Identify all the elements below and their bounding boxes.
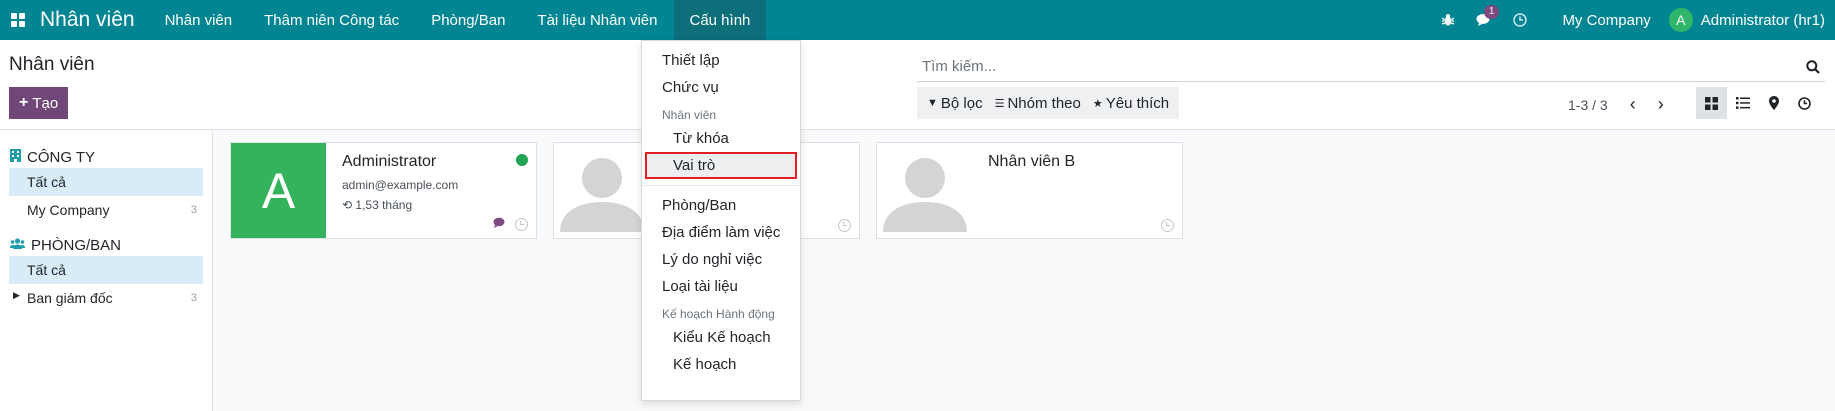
- configuration-dropdown: Thiết lập Chức vụ Nhân viên Từ khóa Vai …: [641, 40, 801, 401]
- presence-status-dot: [516, 154, 528, 166]
- employee-name: Nhân viên B: [988, 153, 1076, 170]
- company-section-header: CÔNG TY: [0, 146, 212, 168]
- filters-label: Bộ lọc: [940, 94, 983, 112]
- favorites-button[interactable]: ★ Yêu thích: [1087, 95, 1175, 112]
- group-by-button[interactable]: ☰ Nhóm theo: [989, 95, 1087, 112]
- filter-label: Tất cả: [27, 174, 66, 190]
- plus-icon: +: [19, 94, 29, 111]
- employee-placeholder-avatar: [554, 143, 649, 238]
- company-filter-all[interactable]: Tất cả: [9, 168, 203, 196]
- pager-next-icon[interactable]: ›: [1658, 94, 1664, 115]
- view-switcher: [1696, 87, 1820, 119]
- department-filter-all[interactable]: Tất cả: [9, 256, 203, 284]
- menu-divider: [642, 185, 800, 186]
- filters-button[interactable]: ▼ Bộ lọc: [921, 95, 989, 112]
- company-filter-my-company[interactable]: My Company 3: [9, 196, 203, 224]
- app-brand[interactable]: Nhân viên: [36, 8, 149, 32]
- kanban-view: A Administrator admin@example.com ⟲ 1,53…: [214, 131, 1835, 411]
- employee-card[interactable]: A Administrator admin@example.com ⟲ 1,53…: [230, 142, 537, 239]
- star-icon: ★: [1092, 97, 1103, 110]
- employee-email: admin@example.com: [342, 178, 459, 192]
- pager: 1-3 / 3 ‹ ›: [1568, 94, 1664, 115]
- map-marker-icon[interactable]: [1758, 87, 1789, 119]
- menu-header-activity-plans: Kế hoạch Hành động: [662, 307, 775, 321]
- filter-label: Tất cả: [27, 262, 66, 278]
- activity-clock-icon[interactable]: [1161, 219, 1174, 232]
- navbar-systray: 1 My Company A Administrator (hr1): [1430, 0, 1835, 40]
- filter-icon: ▼: [927, 97, 938, 109]
- create-button[interactable]: + Tạo: [9, 87, 69, 119]
- create-button-label: Tạo: [32, 94, 59, 112]
- nav-configuration[interactable]: Cấu hình: [673, 0, 767, 40]
- department-filter-board[interactable]: ▶ Ban giám đốc 3: [9, 284, 203, 312]
- company-section-label: CÔNG TY: [27, 148, 96, 166]
- user-menu[interactable]: A Administrator (hr1): [1668, 8, 1835, 32]
- page-title: Nhân viên: [9, 54, 95, 75]
- search-options: ▼ Bộ lọc ☰ Nhóm theo ★ Yêu thích: [917, 87, 1180, 119]
- user-name: Administrator (hr1): [1700, 11, 1825, 29]
- filter-count: 3: [190, 204, 197, 216]
- menu-item-departure-reasons[interactable]: Lý do nghỉ việc: [642, 246, 800, 273]
- employee-card[interactable]: Nhân viên B: [876, 142, 1183, 239]
- nav-employees[interactable]: Nhân viên: [149, 0, 249, 40]
- messages-count-badge: 1: [1483, 5, 1500, 19]
- pager-previous-icon[interactable]: ‹: [1630, 94, 1636, 115]
- department-section-label: PHÒNG/BAN: [31, 236, 122, 254]
- search-icon[interactable]: [1801, 59, 1825, 74]
- messages-icon[interactable]: 1: [1466, 0, 1502, 40]
- department-section-header: PHÒNG/BAN: [0, 234, 212, 256]
- filter-label: My Company: [27, 202, 110, 218]
- top-navbar: Nhân viên Nhân viên Thâm niên Công tác P…: [0, 0, 1835, 40]
- search-input[interactable]: [917, 58, 1801, 75]
- kanban-view-icon[interactable]: [1696, 87, 1727, 119]
- caret-right-icon[interactable]: ▶: [13, 290, 20, 301]
- employee-placeholder-avatar: [877, 143, 972, 238]
- bars-icon: ☰: [994, 97, 1005, 110]
- company-switcher[interactable]: My Company: [1538, 12, 1668, 29]
- favorites-label: Yêu thích: [1105, 94, 1170, 112]
- menu-item-plans[interactable]: Kế hoạch: [642, 351, 800, 378]
- menu-item-settings[interactable]: Thiết lập: [642, 47, 800, 74]
- user-avatar: A: [1668, 8, 1693, 32]
- activity-clock-icon[interactable]: [838, 219, 851, 232]
- apps-menu-icon[interactable]: [0, 0, 36, 40]
- list-view-icon[interactable]: [1727, 87, 1758, 119]
- bug-icon[interactable]: [1430, 0, 1466, 40]
- employee-name: Administrator: [342, 153, 437, 170]
- employee-avatar: A: [231, 143, 326, 238]
- nav-seniority[interactable]: Thâm niên Công tác: [248, 0, 415, 40]
- menu-item-plan-types[interactable]: Kiểu Kế hoạch: [642, 324, 800, 351]
- pager-value[interactable]: 1-3 / 3: [1568, 97, 1608, 113]
- nav-employee-documents[interactable]: Tài liệu Nhân viên: [521, 0, 673, 40]
- tenure-value: 1,53 tháng: [355, 198, 413, 212]
- search-bar: [917, 52, 1825, 82]
- users-icon: [10, 237, 25, 253]
- menu-item-departments[interactable]: Phòng/Ban: [642, 192, 800, 219]
- menu-item-roles[interactable]: Vai trò: [645, 152, 797, 179]
- group-by-label: Nhóm theo: [1007, 94, 1081, 112]
- history-icon: ⟲: [342, 198, 353, 212]
- menu-item-job-positions[interactable]: Chức vụ: [642, 74, 800, 101]
- filter-label: Ban giám đốc: [27, 290, 113, 306]
- activity-clock-icon[interactable]: [515, 218, 528, 231]
- control-panel: Nhân viên + Tạo ▼ Bộ lọc ☰ Nhóm theo ★ Y…: [0, 40, 1835, 130]
- employee-tenure: ⟲ 1,53 tháng: [342, 198, 520, 212]
- activity-view-icon[interactable]: [1789, 87, 1820, 119]
- chat-icon[interactable]: [493, 217, 507, 232]
- menu-item-tags[interactable]: Từ khóa: [642, 125, 800, 152]
- menu-header-employee: Nhân viên: [662, 108, 717, 122]
- menu-item-document-types[interactable]: Loại tài liệu: [642, 273, 800, 300]
- menu-item-work-locations[interactable]: Địa điểm làm việc: [642, 219, 800, 246]
- nav-departments[interactable]: Phòng/Ban: [415, 0, 521, 40]
- building-icon: [10, 149, 21, 165]
- search-panel: CÔNG TY Tất cả My Company 3 PHÒNG/BAN Tấ…: [0, 131, 213, 411]
- activity-clock-icon[interactable]: [1502, 0, 1538, 40]
- filter-count: 3: [190, 292, 197, 304]
